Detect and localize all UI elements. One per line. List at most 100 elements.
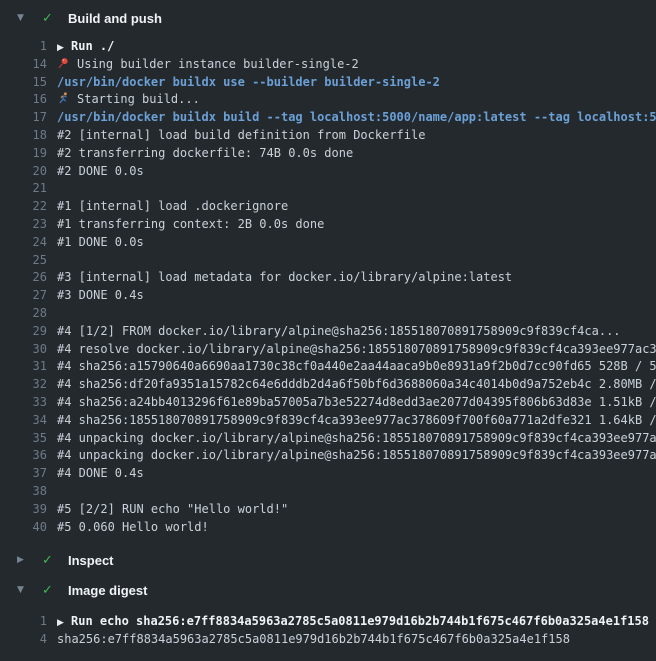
line-number[interactable]: 37 bbox=[0, 465, 47, 483]
line-number[interactable]: 31 bbox=[0, 358, 47, 376]
log-text-content: #3 [internal] load metadata for docker.i… bbox=[57, 270, 512, 284]
log-text: #4 sha256:a15790640a6690aa1730c38cf0a440… bbox=[57, 358, 656, 376]
line-number[interactable]: 17 bbox=[0, 109, 47, 127]
log-line: 16 Starting build... bbox=[0, 91, 656, 109]
line-number[interactable]: 1 bbox=[0, 613, 47, 631]
success-check-icon: ✓ bbox=[42, 553, 56, 568]
log-line: 33 #4 sha256:a24bb4013296f61e89ba57005a7b… bbox=[0, 394, 656, 412]
log-text-content: #4 [1/2] FROM docker.io/library/alpine@s… bbox=[57, 324, 621, 338]
log-text: #3 [internal] load metadata for docker.i… bbox=[57, 269, 656, 287]
log-line: 4sha256:e7ff8834a5963a2785c5a0811e979d16… bbox=[0, 631, 656, 649]
log-text-content: #4 sha256:a15790640a6690aa1730c38cf0a440… bbox=[57, 359, 656, 373]
line-number[interactable]: 35 bbox=[0, 430, 47, 448]
log-line: 22 #1 [internal] load .dockerignore bbox=[0, 198, 656, 216]
log-text: #4 sha256:185518070891758909c9f839cf4ca3… bbox=[57, 412, 656, 430]
log-text: Using builder instance builder-single-2 bbox=[57, 56, 656, 74]
line-number[interactable]: 19 bbox=[0, 145, 47, 163]
log-text: #4 DONE 0.4s bbox=[57, 465, 656, 483]
log-text: #2 transferring dockerfile: 74B 0.0s don… bbox=[57, 145, 656, 163]
log-line: 29 #4 [1/2] FROM docker.io/library/alpine… bbox=[0, 323, 656, 341]
line-number[interactable]: 40 bbox=[0, 519, 47, 537]
log-line: 30 #4 resolve docker.io/library/alpine@sh… bbox=[0, 341, 656, 359]
log-text: #5 0.060 Hello world! bbox=[57, 519, 656, 537]
log-line: 36 #4 unpacking docker.io/library/alpine@… bbox=[0, 447, 656, 465]
line-number[interactable]: 27 bbox=[0, 287, 47, 305]
log-text: Starting build... bbox=[57, 91, 656, 109]
log-text: ▶Run echo sha256:e7ff8834a5963a2785c5a08… bbox=[57, 613, 656, 631]
log-text-content: #4 sha256:a24bb4013296f61e89ba57005a7b3e… bbox=[57, 395, 656, 409]
log-block: 1 ▶Run echo sha256:e7ff8834a5963a2785c5a0… bbox=[0, 608, 656, 649]
line-number[interactable]: 25 bbox=[0, 252, 47, 270]
line-number[interactable]: 23 bbox=[0, 216, 47, 234]
chevron-right-icon: ▶ bbox=[17, 555, 30, 565]
group-toggle-icon[interactable]: ▶ bbox=[57, 615, 71, 631]
line-number[interactable]: 33 bbox=[0, 394, 47, 412]
log-line: 17/usr/bin/docker buildx build --tag loc… bbox=[0, 109, 656, 127]
section-title: Inspect bbox=[68, 553, 114, 568]
line-number[interactable]: 21 bbox=[0, 180, 47, 198]
log-line: 34 #4 sha256:185518070891758909c9f839cf4c… bbox=[0, 412, 656, 430]
chevron-down-icon: ▼ bbox=[17, 13, 30, 23]
log-text-content: #4 resolve docker.io/library/alpine@sha2… bbox=[57, 342, 656, 356]
line-number[interactable]: 15 bbox=[0, 74, 47, 92]
log-block: 1 ▶Run ./ 14 Using builder instance builder… bbox=[0, 33, 656, 536]
log-text: #4 unpacking docker.io/library/alpine@sh… bbox=[57, 430, 656, 448]
line-number[interactable]: 18 bbox=[0, 127, 47, 145]
chevron-down-icon: ▼ bbox=[17, 585, 30, 595]
section-header-image-digest[interactable]: ▼✓Image digest bbox=[0, 575, 656, 605]
section-header-build-and-push[interactable]: ▼✓Build and push bbox=[0, 3, 656, 33]
log-text-content: Using builder instance builder-single-2 bbox=[77, 57, 359, 71]
log-text bbox=[57, 180, 656, 198]
line-number[interactable]: 24 bbox=[0, 234, 47, 252]
line-number[interactable]: 29 bbox=[0, 323, 47, 341]
line-number[interactable]: 38 bbox=[0, 483, 47, 501]
line-number[interactable]: 26 bbox=[0, 269, 47, 287]
log-text: ▶Run ./ bbox=[57, 38, 656, 56]
log-text-content: #2 transferring dockerfile: 74B 0.0s don… bbox=[57, 146, 353, 160]
log-line: 24#1 DONE 0.0s bbox=[0, 234, 656, 252]
spacer bbox=[0, 536, 656, 545]
log-text-content: #4 sha256:df20fa9351a15782c64e6dddb2d4a6… bbox=[57, 377, 656, 391]
section-header-inspect[interactable]: ▶ ✓ Inspect bbox=[0, 545, 656, 575]
line-number[interactable]: 1 bbox=[0, 38, 47, 56]
log-line: 35 #4 unpacking docker.io/library/alpine@… bbox=[0, 430, 656, 448]
log-line: 23 #1 transferring context: 2B 0.0s done bbox=[0, 216, 656, 234]
line-number[interactable]: 28 bbox=[0, 305, 47, 323]
line-number[interactable]: 39 bbox=[0, 501, 47, 519]
line-number[interactable]: 32 bbox=[0, 376, 47, 394]
log-text: #1 [internal] load .dockerignore bbox=[57, 198, 656, 216]
line-number[interactable]: 30 bbox=[0, 341, 47, 359]
log-text: #4 sha256:df20fa9351a15782c64e6dddb2d4a6… bbox=[57, 376, 656, 394]
log-text-content: #2 DONE 0.0s bbox=[57, 164, 144, 178]
log-line: 20 #2 DONE 0.0s bbox=[0, 163, 656, 181]
workflow-log-viewer: ▼✓Build and push1▶Run ./14Using builder … bbox=[0, 3, 656, 649]
line-number[interactable]: 16 bbox=[0, 91, 47, 109]
log-line: 40 #5 0.060 Hello world! bbox=[0, 519, 656, 537]
log-line: 26 #3 [internal] load metadata for docker… bbox=[0, 269, 656, 287]
line-number[interactable]: 34 bbox=[0, 412, 47, 430]
log-text-content: #3 DONE 0.4s bbox=[57, 288, 144, 302]
log-text: #2 DONE 0.0s bbox=[57, 163, 656, 181]
group-toggle-icon[interactable]: ▶ bbox=[57, 40, 71, 56]
line-number[interactable]: 22 bbox=[0, 198, 47, 216]
log-text: /usr/bin/docker buildx build --tag local… bbox=[57, 109, 656, 127]
log-text-content: Starting build... bbox=[77, 92, 200, 106]
log-text-content: Run echo sha256:e7ff8834a5963a2785c5a081… bbox=[71, 614, 649, 628]
log-text: #4 unpacking docker.io/library/alpine@sh… bbox=[57, 447, 656, 465]
log-text-content: #1 transferring context: 2B 0.0s done bbox=[57, 217, 324, 231]
log-text-content: #2 [internal] load build definition from… bbox=[57, 128, 425, 142]
log-line: 1 ▶Run ./ bbox=[0, 38, 656, 56]
line-number[interactable]: 14 bbox=[0, 56, 47, 74]
log-text: #4 resolve docker.io/library/alpine@sha2… bbox=[57, 341, 656, 359]
log-text: /usr/bin/docker buildx use --builder bui… bbox=[57, 74, 656, 92]
log-line: 37 #4 DONE 0.4s bbox=[0, 465, 656, 483]
line-number[interactable]: 20 bbox=[0, 163, 47, 181]
line-number[interactable]: 4 bbox=[0, 631, 47, 649]
log-line: 1 ▶Run echo sha256:e7ff8834a5963a2785c5a0… bbox=[0, 613, 656, 631]
log-text bbox=[57, 305, 656, 323]
log-line: 25 bbox=[0, 252, 656, 270]
log-text bbox=[57, 483, 656, 501]
log-line: 28 bbox=[0, 305, 656, 323]
log-line: 32 #4 sha256:df20fa9351a15782c64e6dddb2d4… bbox=[0, 376, 656, 394]
line-number[interactable]: 36 bbox=[0, 447, 47, 465]
